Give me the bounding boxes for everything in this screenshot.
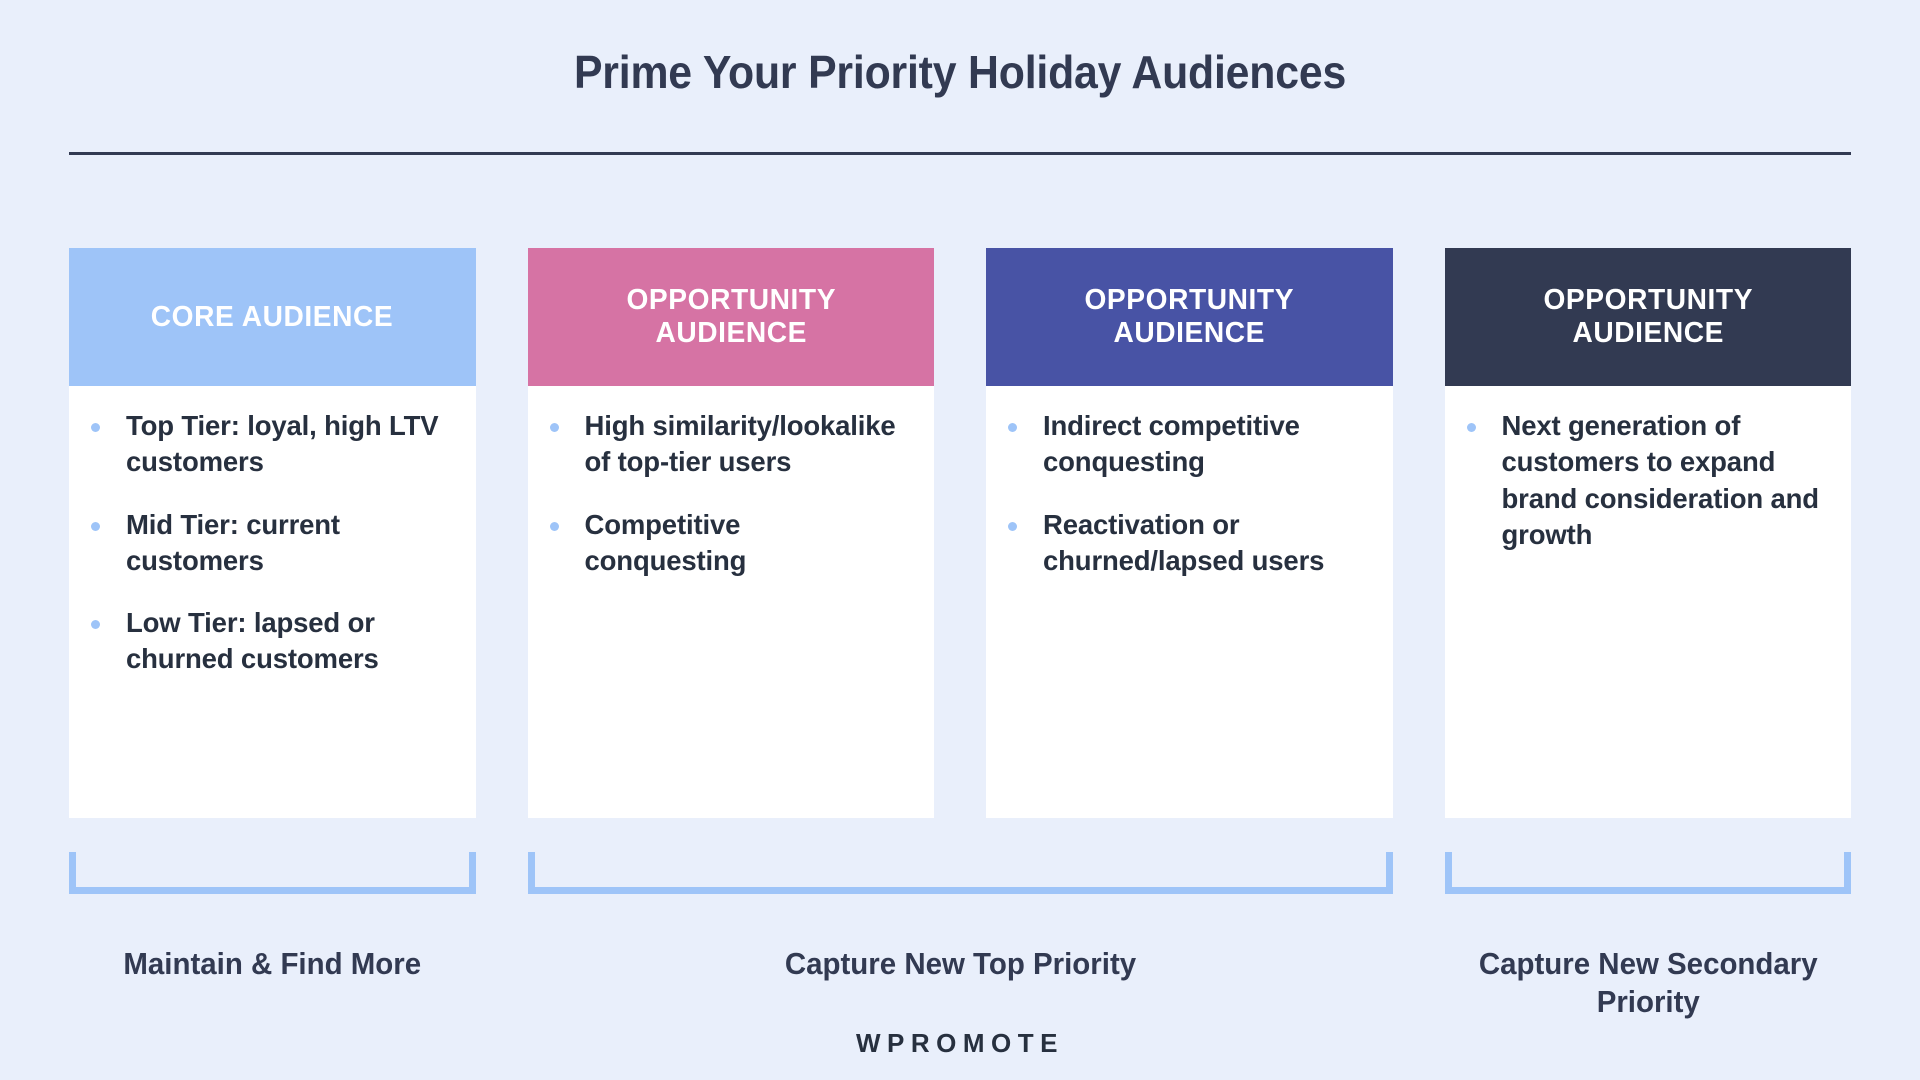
group-bracket [1444, 852, 1851, 894]
list-item-label: Top Tier: loyal, high LTV customers [126, 410, 439, 478]
group-bracket [69, 852, 476, 894]
group-label: Capture New Top Priority [784, 946, 1136, 981]
list-item-label: Low Tier: lapsed or churned customers [126, 607, 379, 675]
group-brackets [69, 852, 1851, 900]
bullet-dot-icon [1008, 521, 1017, 531]
list-item: Competitive conquesting [549, 507, 909, 580]
audience-card: OPPORTUNITY AUDIENCE Indirect competitive… [986, 248, 1393, 818]
bullet-dot-icon [549, 423, 559, 432]
audience-card: CORE AUDIENCE Top Tier: loyal, high LTV c… [69, 248, 476, 818]
bullet-dot-icon [91, 620, 100, 630]
list-item-label: Mid Tier: current customers [126, 508, 340, 576]
slide: Prime Your Priority Holiday Audiences CO… [0, 0, 1920, 1080]
list-item-label: High similarity/lookalike of top-tier us… [584, 410, 896, 478]
list-item: Top Tier: loyal, high LTV customers [91, 408, 450, 481]
list-item: Indirect competitive conquesting [1008, 408, 1367, 481]
title-divider [69, 152, 1851, 155]
audience-card: OPPORTUNITY AUDIENCE High similarity/look… [527, 248, 935, 818]
card-header: OPPORTUNITY AUDIENCE [986, 248, 1393, 386]
list-item-label: Competitive conquesting [584, 508, 747, 576]
card-header-label: OPPORTUNITY AUDIENCE [1084, 284, 1295, 349]
card-header: CORE AUDIENCE [69, 248, 476, 386]
card-header-label: OPPORTUNITY AUDIENCE [1542, 284, 1753, 349]
bullet-dot-icon [1008, 423, 1017, 432]
page-title: Prime Your Priority Holiday Audiences [573, 46, 1347, 98]
card-body: Top Tier: loyal, high LTV customers Mid T… [69, 386, 476, 818]
bullet-dot-icon [549, 521, 559, 531]
bullet-dot-icon [1466, 423, 1476, 432]
list-item-label: Indirect competitive conquesting [1043, 410, 1300, 478]
bullet-dot-icon [91, 521, 100, 531]
list-item: Mid Tier: current customers [91, 507, 450, 580]
card-body: Next generation of customers to expand b… [1445, 386, 1852, 818]
list-item-label: Next generation of customers to expand b… [1501, 410, 1820, 550]
card-header-label: OPPORTUNITY AUDIENCE [625, 284, 836, 349]
bullet-dot-icon [91, 423, 100, 432]
audience-cards: CORE AUDIENCE Top Tier: loyal, high LTV c… [69, 248, 1851, 818]
group-label: Maintain & Find More [123, 946, 422, 981]
wpromote-logo: WPROMOTE [856, 1028, 1064, 1058]
card-header: OPPORTUNITY AUDIENCE [527, 248, 934, 386]
list-item: Low Tier: lapsed or churned customers [91, 605, 450, 678]
audience-card: OPPORTUNITY AUDIENCE Next generation of c… [1444, 248, 1852, 818]
group-bracket [527, 852, 1393, 894]
card-body: Indirect competitive conquesting Reactiva… [986, 386, 1393, 818]
list-item: Reactivation or churned/lapsed users [1008, 507, 1367, 580]
card-body: High similarity/lookalike of top-tier us… [528, 386, 935, 818]
card-header-label: CORE AUDIENCE [150, 300, 394, 333]
list-item-label: Reactivation or churned/lapsed users [1043, 508, 1325, 576]
list-item: High similarity/lookalike of top-tier us… [549, 408, 909, 481]
list-item: Next generation of customers to expand b… [1466, 408, 1826, 553]
group-label: Capture New Secondary Priority [1478, 946, 1818, 1019]
card-header: OPPORTUNITY AUDIENCE [1444, 248, 1851, 386]
